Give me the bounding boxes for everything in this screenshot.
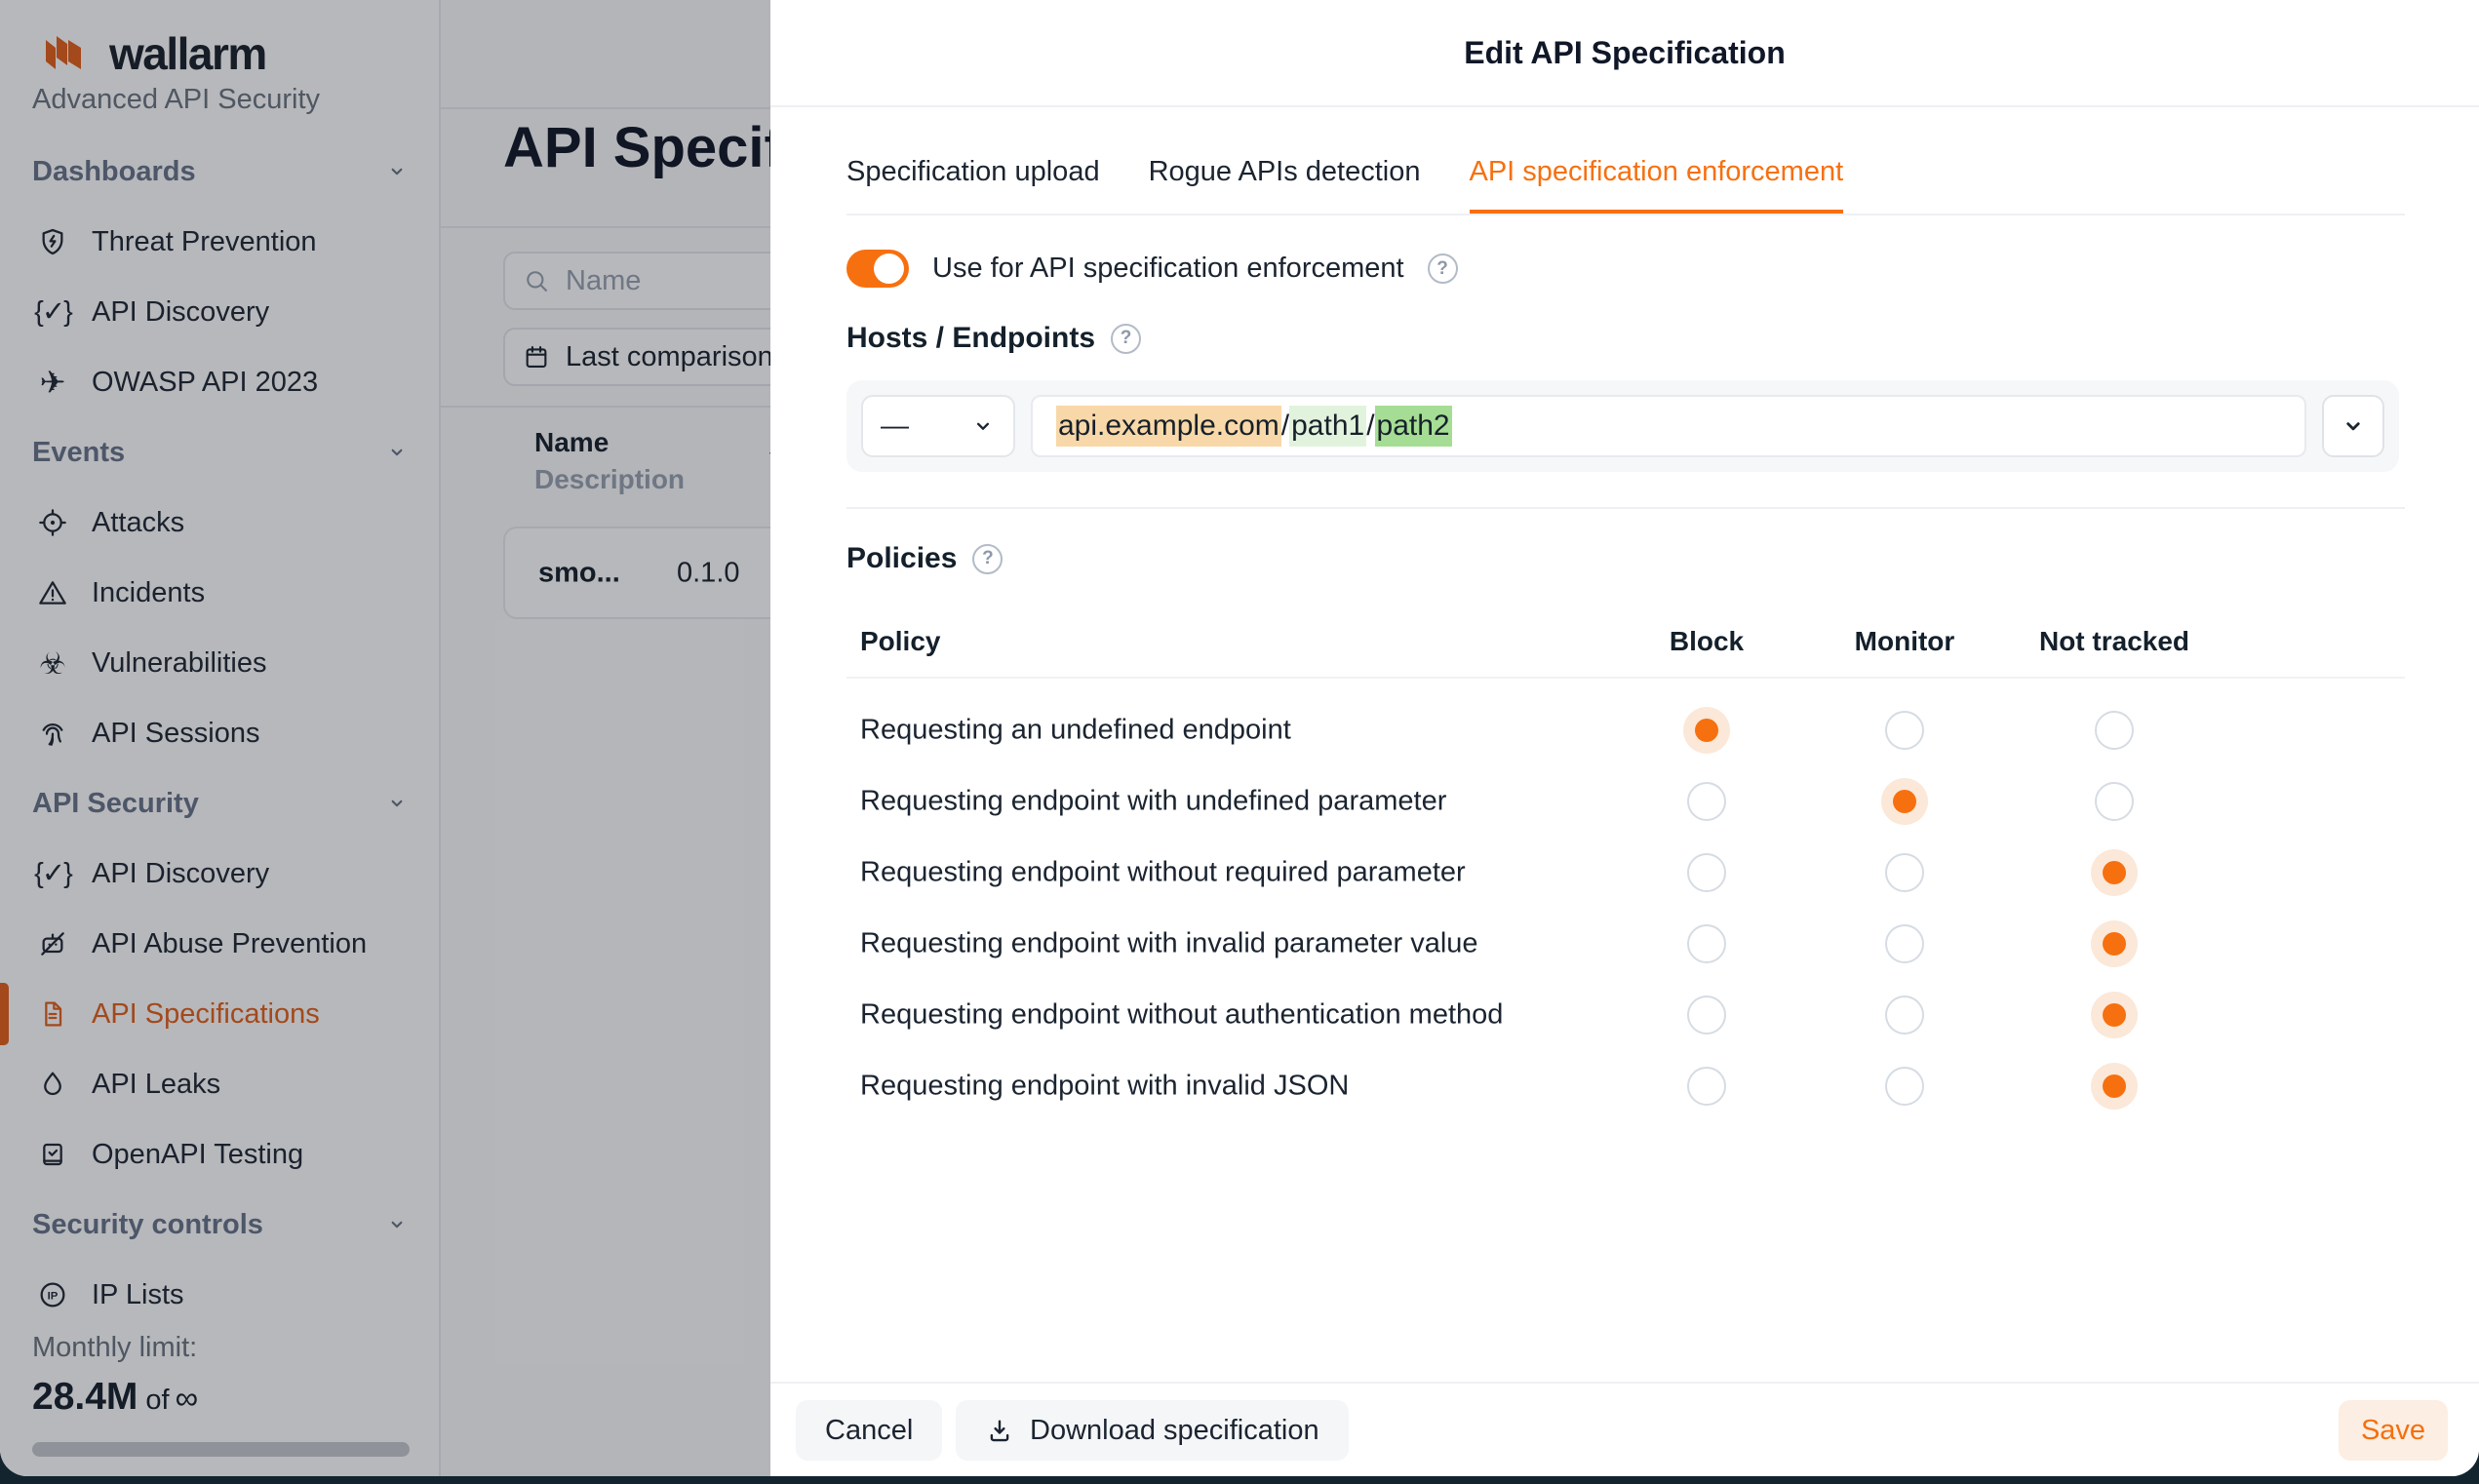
policy-radio-monitor[interactable] (1885, 924, 1924, 963)
save-button[interactable]: Save (2339, 1400, 2448, 1461)
cancel-button[interactable]: Cancel (796, 1400, 942, 1461)
drawer-tabs: Specification upload Rogue APIs detection… (846, 156, 1843, 214)
policy-row: Requesting endpoint with undefined param… (770, 765, 2479, 837)
policy-radio-not-tracked[interactable] (2091, 849, 2138, 896)
dimmed-app-area: wallarm Advanced API Security Dashboards… (0, 0, 770, 1476)
toggle-knob (874, 254, 904, 284)
enforcement-toggle[interactable] (846, 250, 909, 288)
endpoint-expand-button[interactable] (2322, 395, 2384, 457)
policy-label: Requesting endpoint without authenticati… (860, 998, 1503, 1031)
policy-label: Requesting endpoint with undefined param… (860, 785, 1446, 817)
help-icon[interactable] (1111, 324, 1141, 354)
policy-rows: Requesting an undefined endpoint Requesti… (770, 694, 2479, 1121)
endpoint-separator: / (1366, 410, 1374, 443)
policy-table-header: Policy Block Monitor Not tracked (770, 626, 2479, 665)
download-label: Download specification (1030, 1415, 1319, 1447)
policies-title: Policies (846, 542, 957, 575)
download-icon (985, 1416, 1014, 1445)
policy-label: Requesting endpoint without required par… (860, 856, 1466, 888)
policy-radio-not-tracked[interactable] (2095, 711, 2134, 750)
endpoint-path2-token: path2 (1375, 406, 1452, 447)
policy-radio-not-tracked[interactable] (2091, 920, 2138, 967)
policy-radio-block[interactable] (1687, 1067, 1726, 1106)
help-icon[interactable] (1428, 254, 1458, 284)
endpoint-separator: / (1281, 410, 1289, 443)
not-tracked-column-header: Not tracked (2026, 626, 2202, 657)
policy-radio-not-tracked[interactable] (2095, 782, 2134, 821)
method-select[interactable]: — (861, 395, 1015, 457)
drawer-footer: Cancel Download specification Save (770, 1382, 2479, 1476)
help-icon[interactable] (972, 544, 1003, 574)
tab-api-specification-enforcement[interactable]: API specification enforcement (1470, 156, 1844, 214)
policy-radio-block[interactable] (1687, 996, 1726, 1035)
policies-heading: Policies (846, 542, 1003, 575)
divider (846, 677, 2405, 679)
modal-backdrop[interactable] (0, 0, 770, 1476)
endpoint-editor: — api.example.com/path1/path2 (846, 380, 2399, 472)
monitor-column-header: Monitor (1836, 626, 1973, 657)
enforcement-toggle-label: Use for API specification enforcement (932, 253, 1404, 285)
policy-radio-block[interactable] (1687, 782, 1726, 821)
policy-label: Requesting endpoint with invalid JSON (860, 1070, 1349, 1102)
download-specification-button[interactable]: Download specification (956, 1400, 1349, 1461)
policy-radio-block[interactable] (1687, 924, 1726, 963)
policy-row: Requesting an undefined endpoint (770, 694, 2479, 765)
drawer-title: Edit API Specification (1464, 35, 1786, 71)
policy-radio-monitor[interactable] (1881, 778, 1928, 825)
policy-radio-monitor[interactable] (1885, 711, 1924, 750)
policy-row: Requesting endpoint without required par… (770, 837, 2479, 908)
hosts-endpoints-heading: Hosts / Endpoints (846, 322, 1141, 355)
endpoint-path1-token: path1 (1289, 406, 1366, 447)
policy-row: Requesting endpoint with invalid JSON (770, 1050, 2479, 1121)
policy-label: Requesting an undefined endpoint (860, 714, 1291, 746)
policy-label: Requesting endpoint with invalid paramet… (860, 927, 1478, 959)
tab-specification-upload[interactable]: Specification upload (846, 156, 1100, 214)
divider (846, 214, 2405, 215)
policy-row: Requesting endpoint with invalid paramet… (770, 908, 2479, 979)
policy-column-header: Policy (860, 626, 940, 657)
edit-api-specification-drawer: Edit API Specification Specification upl… (770, 0, 2479, 1476)
method-select-value: — (881, 410, 909, 443)
tab-rogue-apis-detection[interactable]: Rogue APIs detection (1149, 156, 1421, 214)
policy-radio-monitor[interactable] (1885, 1067, 1924, 1106)
hosts-endpoints-title: Hosts / Endpoints (846, 322, 1095, 355)
policy-radio-block[interactable] (1687, 853, 1726, 892)
app-window: wallarm Advanced API Security Dashboards… (0, 0, 2479, 1484)
block-column-header: Block (1648, 626, 1765, 657)
endpoint-input[interactable]: api.example.com/path1/path2 (1031, 395, 2306, 457)
policy-radio-monitor[interactable] (1885, 853, 1924, 892)
chevron-down-icon (970, 413, 996, 439)
policy-radio-not-tracked[interactable] (2091, 992, 2138, 1038)
endpoint-host-token: api.example.com (1056, 406, 1281, 447)
policy-row: Requesting endpoint without authenticati… (770, 979, 2479, 1050)
chevron-down-icon (2340, 412, 2367, 440)
enforcement-toggle-row: Use for API specification enforcement (846, 250, 1458, 288)
policy-radio-block[interactable] (1683, 707, 1730, 754)
divider (846, 507, 2405, 509)
policy-radio-monitor[interactable] (1885, 996, 1924, 1035)
drawer-header: Edit API Specification (770, 0, 2479, 107)
policy-radio-not-tracked[interactable] (2091, 1063, 2138, 1110)
